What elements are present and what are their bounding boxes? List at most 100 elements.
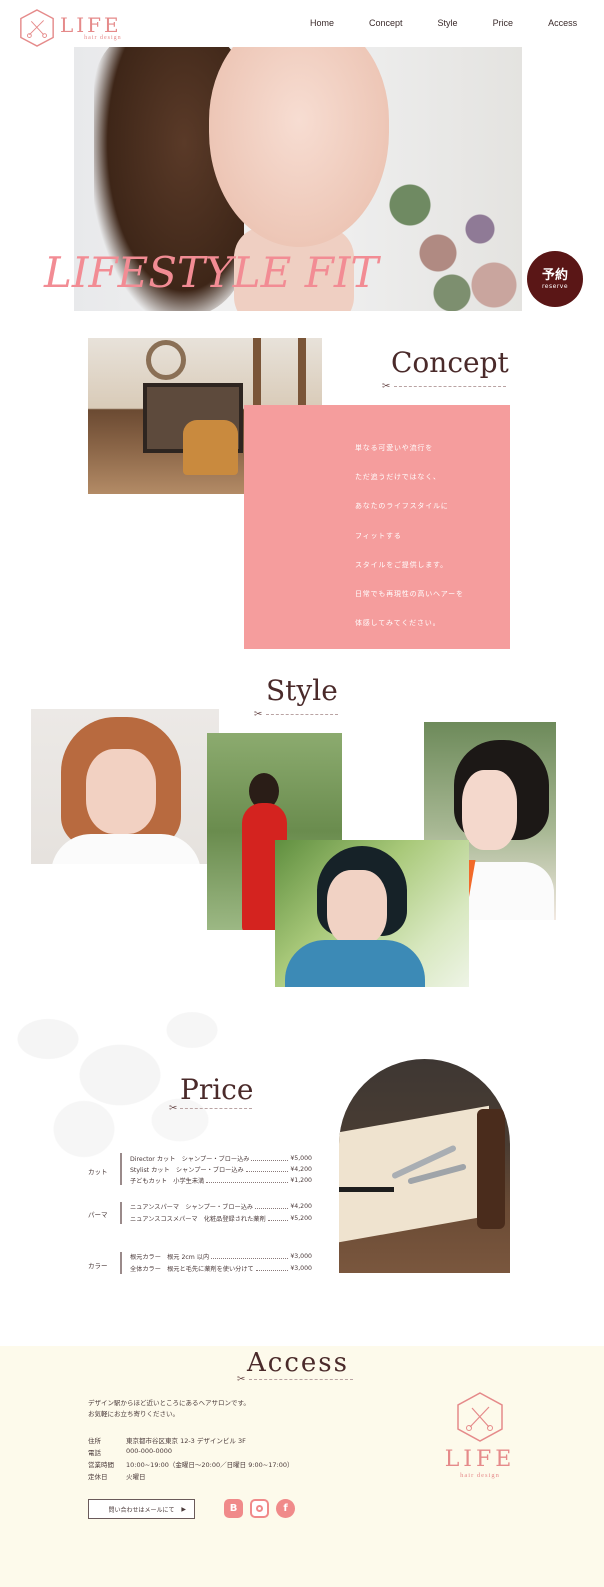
info-key: 住所 [88, 1437, 101, 1445]
salon-chair [183, 420, 238, 475]
style-photo-4[interactable] [275, 840, 469, 987]
hero-title: LIFESTYLE FIT [44, 248, 379, 297]
price-divider [180, 1108, 252, 1109]
facebook-icon[interactable]: f [276, 1499, 295, 1518]
info-value: 10:00~19:00（金曜日～20:00／日曜日 9:00~17:00） [126, 1461, 294, 1469]
footer-logo[interactable]: LIFE hair design [441, 1391, 519, 1479]
info-key: 営業時間 [88, 1461, 114, 1469]
info-value: 火曜日 [126, 1473, 146, 1481]
contact-button-label: 問い合わせはメールにて [108, 1506, 175, 1514]
price-leader [245, 1168, 289, 1172]
access-intro-line: デザイン駅からほど近いところにあるヘアサロンです。 [88, 1399, 250, 1407]
concept-line: スタイルをご提供します。 [355, 560, 448, 569]
brand-logo[interactable]: LIFE hair design [18, 8, 122, 48]
concept-line: 体感してみてください。 [355, 619, 441, 628]
price-leader [255, 1205, 289, 1209]
info-value: 東京都市谷区東京 12-3 デザインビル 3F [126, 1437, 246, 1445]
info-row: 住所 東京都市谷区東京 12-3 デザインビル 3F [88, 1435, 246, 1445]
access-heading: Access [247, 1348, 349, 1378]
price-item-price: ¥4,200 [290, 1203, 312, 1210]
logo-hex-icon [20, 9, 54, 47]
info-row: 電話 000-000-0000 [88, 1447, 172, 1457]
price-row: ニュアンスコスメパーマ 化粧品登録された薬剤 ¥5,200 [130, 1214, 312, 1223]
price-category: カット [88, 1168, 108, 1176]
price-item-price: ¥3,000 [290, 1253, 312, 1260]
reserve-button[interactable]: 予約 reserve [527, 251, 583, 307]
arrow-right-icon: ▶ [181, 1505, 186, 1513]
price-bar [120, 1202, 122, 1224]
concept-line: 日常でも再現性の高いヘアーを [355, 590, 464, 599]
concept-line: 単なる可愛いや流行を [355, 444, 433, 452]
style-heading: Style [266, 674, 338, 707]
nav-concept[interactable]: Concept [369, 18, 403, 28]
nav-style[interactable]: Style [438, 18, 458, 28]
style-shirt [285, 940, 425, 987]
instagram-icon[interactable] [250, 1499, 269, 1518]
price-item-name: 子どもカット 小学生未満 [130, 1178, 205, 1185]
photo-bottle [477, 1109, 505, 1229]
price-bar [120, 1153, 122, 1185]
info-key: 定休日 [88, 1473, 108, 1481]
contact-email-button[interactable]: 問い合わせはメールにて ▶ [88, 1499, 195, 1519]
concept-line: あなたのライフスタイルに [355, 502, 449, 511]
style-face [86, 749, 156, 834]
price-item-name: Stylist カット シャンプー・ブロー込み [130, 1167, 244, 1174]
price-category: カラー [88, 1262, 108, 1270]
price-leader [211, 1255, 289, 1259]
scissors-icon: ✂ [382, 381, 391, 392]
access-intro: デザイン駅からほど近いところにあるヘアサロンです。 お気軽にお立ち寄りください。 [88, 1398, 250, 1420]
style-photo-1[interactable] [31, 709, 219, 864]
style-shirt [51, 834, 201, 864]
salon-wreath [146, 340, 186, 380]
concept-line: フィットする [355, 531, 402, 540]
scissors-icon: ✂ [254, 709, 263, 720]
scissors-icon: ✂ [237, 1374, 246, 1385]
footer-brand-name: LIFE [444, 1447, 516, 1472]
price-leader [206, 1179, 289, 1183]
concept-line: ただ追うだけではなく、 [355, 473, 441, 482]
nav-access[interactable]: Access [548, 18, 577, 28]
scissors-icon: ✂ [169, 1103, 178, 1114]
brand-name: LIFE [60, 13, 122, 37]
access-intro-line: お気軽にお立ち寄りください。 [88, 1410, 179, 1418]
price-category: パーマ [88, 1211, 108, 1219]
price-row: 全体カラー 根元と毛先に薬剤を使い分けて ¥3,000 [130, 1264, 312, 1273]
nav-price[interactable]: Price [493, 18, 514, 28]
photo-comb [339, 1187, 394, 1192]
info-row: 定休日 火曜日 [88, 1471, 146, 1481]
booking-b-icon[interactable]: B [224, 1499, 243, 1518]
price-row: Stylist カット シャンプー・ブロー込み ¥4,200 [130, 1165, 312, 1174]
concept-text: 単なる可愛いや流行を ただ追うだけではなく、 あなたのライフスタイルに フィット… [355, 434, 464, 638]
photo-cloth [339, 1105, 489, 1243]
price-tools-photo [339, 1059, 510, 1273]
price-item-name: Director カット シャンプー・ブロー込み [130, 1156, 250, 1163]
price-heading: Price [180, 1073, 254, 1106]
price-item-name: ニュアンスパーマ シャンプー・ブロー込み [130, 1204, 254, 1211]
price-item-name: 根元カラー 根元 2cm 以内 [130, 1254, 210, 1261]
price-row: Director カット シャンプー・ブロー込み ¥5,000 [130, 1154, 312, 1163]
price-item-price: ¥3,000 [290, 1265, 312, 1272]
price-item-name: 全体カラー 根元と毛先に薬剤を使い分けて [130, 1266, 254, 1273]
price-item-price: ¥5,000 [290, 1155, 312, 1162]
info-key: 電話 [88, 1449, 101, 1457]
price-row: 子どもカット 小学生未満 ¥1,200 [130, 1176, 312, 1185]
instagram-lens [256, 1505, 263, 1512]
price-leader [251, 1157, 289, 1161]
price-row: ニュアンスパーマ シャンプー・ブロー込み ¥4,200 [130, 1202, 312, 1211]
style-face [462, 770, 517, 850]
price-leader [255, 1267, 289, 1271]
info-value: 000-000-0000 [126, 1447, 173, 1455]
price-item-price: ¥1,200 [290, 1177, 312, 1184]
concept-heading: Concept [391, 346, 509, 379]
logo-hex-icon [457, 1392, 503, 1442]
concept-divider [394, 386, 506, 387]
reserve-label-en: reserve [541, 283, 569, 290]
info-row: 営業時間 10:00~19:00（金曜日～20:00／日曜日 9:00~17:00… [88, 1459, 293, 1469]
nav-home[interactable]: Home [310, 18, 334, 28]
main-nav: Home Concept Style Price Access [310, 18, 577, 28]
hero-flowers [382, 157, 522, 311]
price-item-price: ¥4,200 [290, 1166, 312, 1173]
reserve-label-jp: 予約 [541, 268, 568, 283]
price-row: 根元カラー 根元 2cm 以内 ¥3,000 [130, 1252, 312, 1261]
style-divider [266, 714, 338, 715]
